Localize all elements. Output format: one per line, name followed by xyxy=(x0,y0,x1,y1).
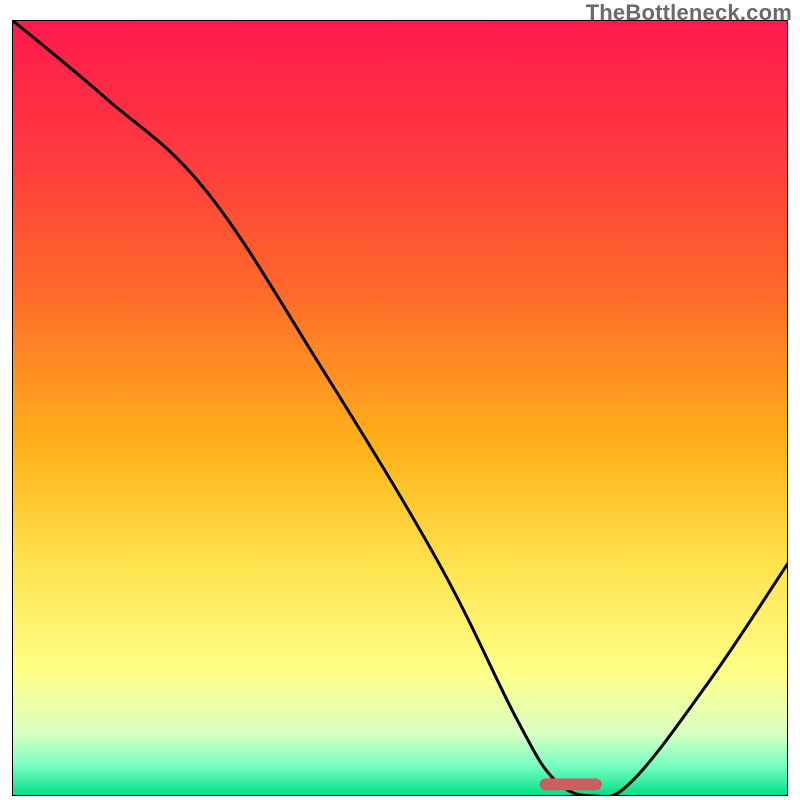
bottleneck-chart xyxy=(12,20,788,796)
optimum-marker xyxy=(540,778,602,790)
plot-background xyxy=(12,20,788,796)
chart-container: TheBottleneck.com xyxy=(0,0,800,800)
